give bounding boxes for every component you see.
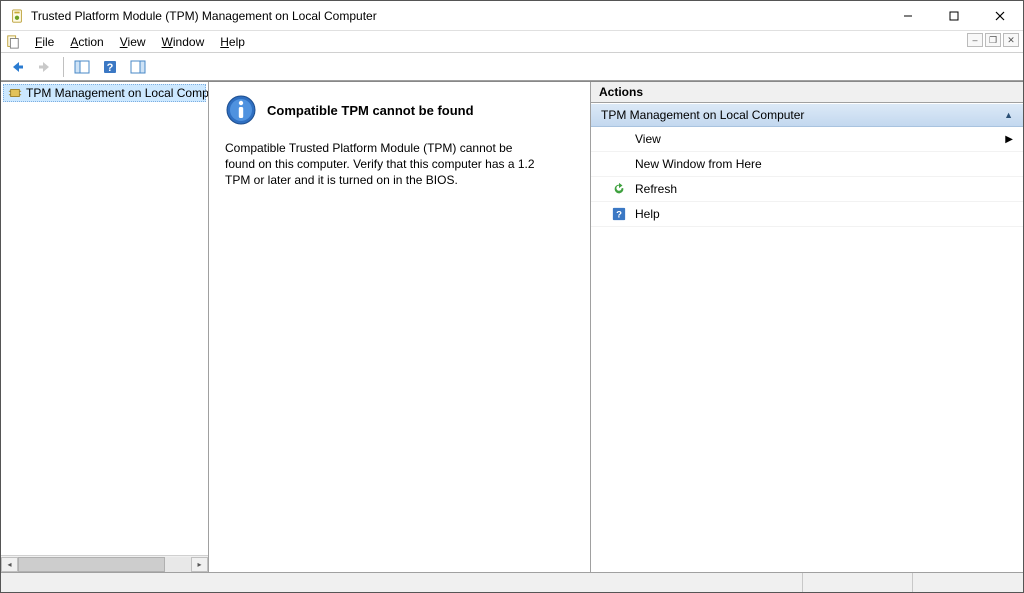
mdi-minimize-button[interactable]: – <box>967 33 983 47</box>
tree-body: TPM Management on Local Comp <box>1 82 208 555</box>
main-area: TPM Management on Local Comp ◂ ▸ Compati… <box>1 81 1023 572</box>
action-help[interactable]: ? Help <box>591 202 1023 227</box>
action-label: New Window from Here <box>635 157 762 171</box>
scroll-left-arrow[interactable]: ◂ <box>1 557 18 572</box>
help-toolbar-button[interactable]: ? <box>98 55 122 79</box>
action-label: View <box>635 132 661 146</box>
menu-view[interactable]: View <box>112 33 154 51</box>
info-icon <box>225 94 257 126</box>
toolbar: ? <box>1 53 1023 81</box>
refresh-icon <box>611 181 627 197</box>
mdi-restore-button[interactable]: ❐ <box>985 33 1001 47</box>
mdi-window-controls: – ❐ ✕ <box>967 33 1019 47</box>
nav-back-button[interactable] <box>5 55 29 79</box>
help-icon: ? <box>611 206 627 222</box>
status-cell-3 <box>913 573 1023 592</box>
scroll-thumb[interactable] <box>18 557 165 572</box>
svg-text:?: ? <box>107 62 114 74</box>
app-icon <box>9 8 25 24</box>
action-label: Refresh <box>635 182 677 196</box>
message-body: Compatible Trusted Platform Module (TPM)… <box>225 140 545 189</box>
actions-section-label: TPM Management on Local Computer <box>601 108 804 122</box>
minimize-button[interactable] <box>885 1 931 30</box>
actions-pane: Actions TPM Management on Local Computer… <box>591 82 1023 572</box>
actions-list: View ▶ New Window from Here Refresh ? He… <box>591 127 1023 572</box>
action-label: Help <box>635 207 660 221</box>
menu-help[interactable]: Help <box>212 33 253 51</box>
blank-icon <box>611 131 627 147</box>
blank-icon <box>611 156 627 172</box>
window-title: Trusted Platform Module (TPM) Management… <box>31 9 885 23</box>
message-title: Compatible TPM cannot be found <box>267 103 474 118</box>
console-icon <box>5 34 21 50</box>
menu-file[interactable]: File <box>27 33 62 51</box>
status-cell-1 <box>1 573 803 592</box>
menu-bar: File Action View Window Help – ❐ ✕ <box>1 31 1023 53</box>
content-pane: Compatible TPM cannot be found Compatibl… <box>209 82 591 572</box>
maximize-button[interactable] <box>931 1 977 30</box>
tpm-chip-icon <box>8 86 22 100</box>
tree-node-tpm-management[interactable]: TPM Management on Local Comp <box>3 84 206 102</box>
title-bar: Trusted Platform Module (TPM) Management… <box>1 1 1023 31</box>
actions-panel-title: Actions <box>591 82 1023 103</box>
show-hide-tree-button[interactable] <box>70 55 94 79</box>
scroll-right-arrow[interactable]: ▸ <box>191 557 208 572</box>
status-cell-2 <box>803 573 913 592</box>
toolbar-separator <box>63 57 64 77</box>
collapse-arrow-icon: ▲ <box>1004 110 1013 120</box>
tree-pane: TPM Management on Local Comp ◂ ▸ <box>1 82 209 572</box>
tree-horizontal-scrollbar[interactable]: ◂ ▸ <box>1 555 208 572</box>
window-controls <box>885 1 1023 30</box>
message-header: Compatible TPM cannot be found <box>225 94 574 126</box>
svg-text:?: ? <box>616 210 622 221</box>
tree-node-label: TPM Management on Local Comp <box>26 86 208 100</box>
mdi-close-button[interactable]: ✕ <box>1003 33 1019 47</box>
menu-action[interactable]: Action <box>62 33 111 51</box>
scroll-track[interactable] <box>18 557 191 572</box>
action-new-window[interactable]: New Window from Here <box>591 152 1023 177</box>
action-view[interactable]: View ▶ <box>591 127 1023 152</box>
status-bar <box>1 572 1023 592</box>
actions-section-heading[interactable]: TPM Management on Local Computer ▲ <box>591 103 1023 127</box>
action-refresh[interactable]: Refresh <box>591 177 1023 202</box>
show-hide-action-button[interactable] <box>126 55 150 79</box>
submenu-arrow-icon: ▶ <box>1005 134 1013 145</box>
nav-forward-button[interactable] <box>33 55 57 79</box>
menu-window[interactable]: Window <box>154 33 213 51</box>
close-button[interactable] <box>977 1 1023 30</box>
